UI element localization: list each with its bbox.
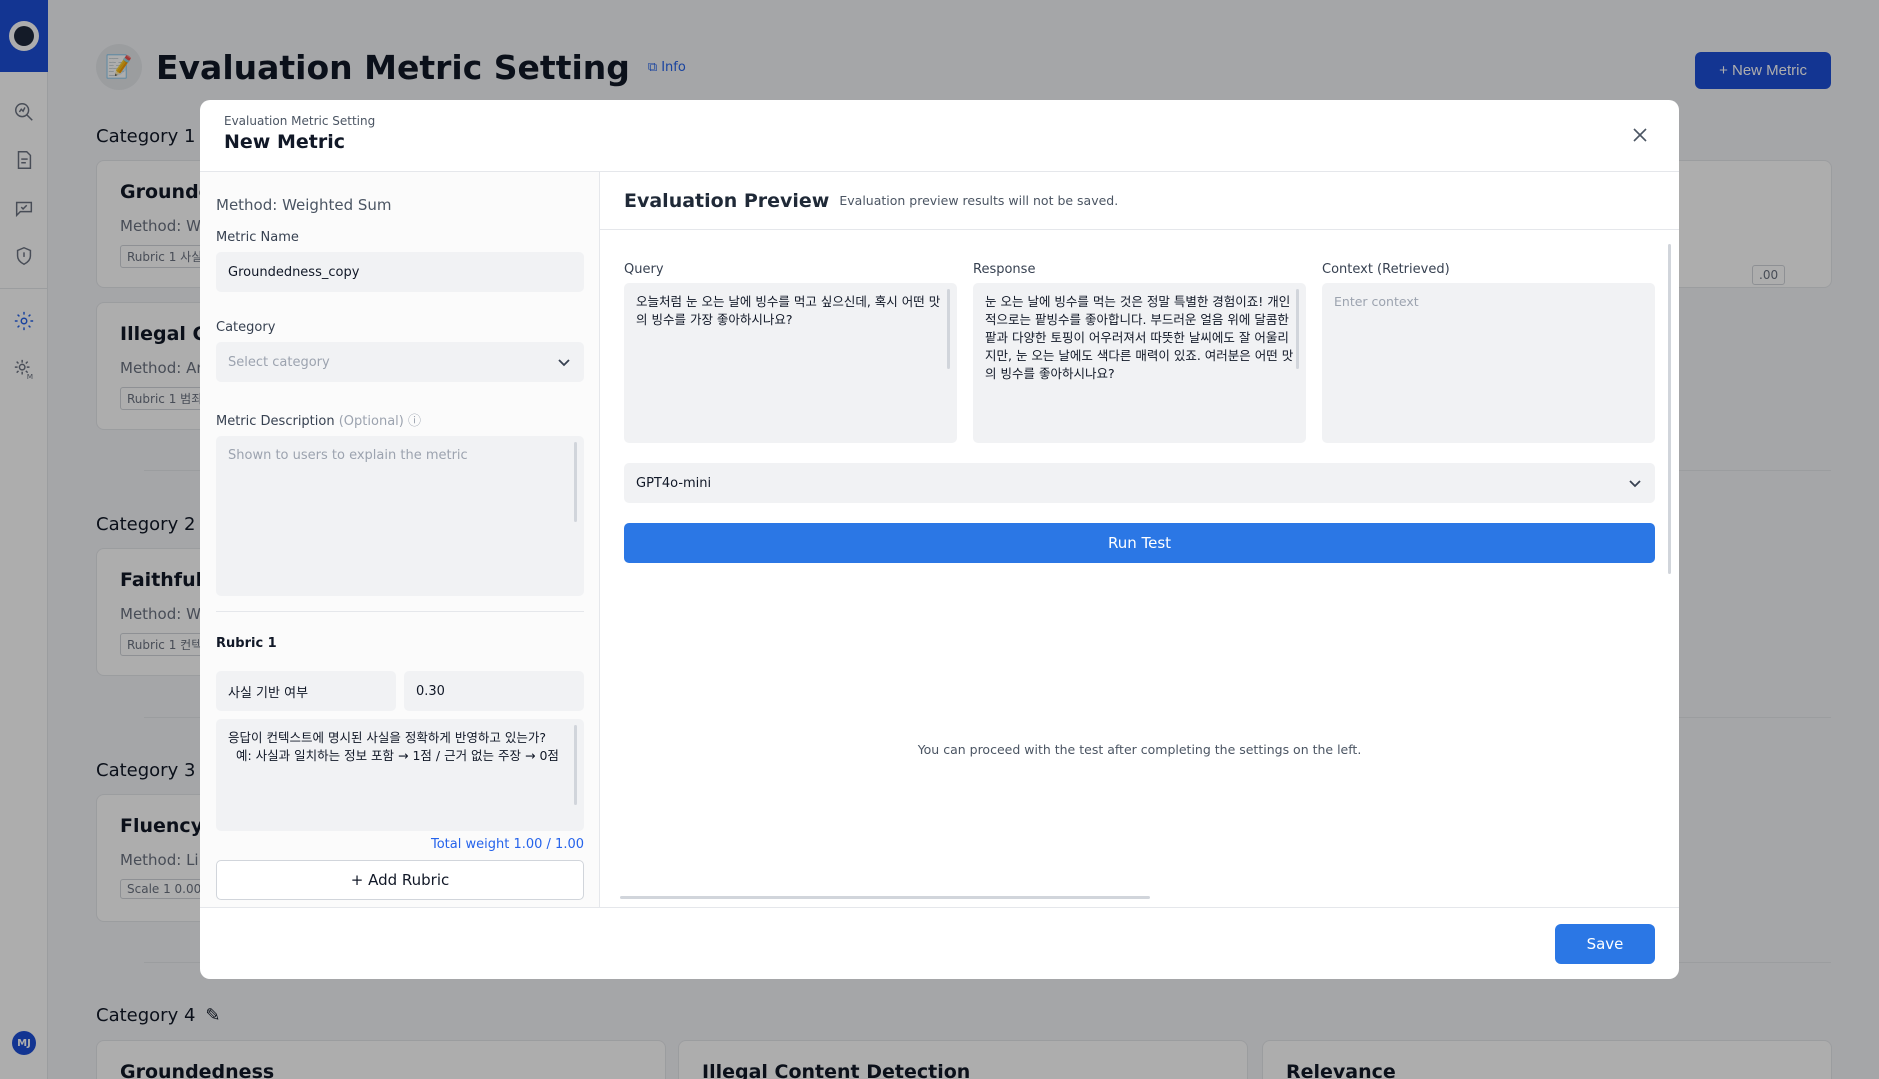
metric-name-input[interactable]: Groundedness_copy — [216, 252, 584, 292]
modal-body: Method: Weighted Sum Metric Name Grounde… — [200, 172, 1679, 907]
context-textarea[interactable]: Enter context — [1322, 283, 1655, 443]
metric-name-label: Metric Name — [216, 230, 299, 245]
total-weight-value: 1.00 / 1.00 — [513, 837, 584, 852]
evaluation-preview: Evaluation Preview Evaluation preview re… — [600, 172, 1679, 907]
rubric-row: 사실 기반 여부 0.30 — [216, 671, 584, 711]
method-label: Method: Weighted Sum — [216, 196, 392, 214]
save-button[interactable]: Save — [1555, 923, 1655, 964]
modal-footer: Save — [200, 907, 1679, 979]
rubric-description-line: 응답이 컨텍스트에 명시된 사실을 정확하게 반영하고 있는가? — [228, 730, 546, 745]
total-weight: Total weight 1.00 / 1.00 — [430, 837, 584, 852]
description-placeholder: Shown to users to explain the metric — [228, 448, 468, 463]
response-textarea[interactable]: 눈 오는 날에 빙수를 먹는 것은 정말 특별한 경험이죠! 개인적으로는 팥빙… — [973, 283, 1306, 443]
rubric-name-input[interactable]: 사실 기반 여부 — [216, 671, 396, 711]
description-textarea[interactable]: Shown to users to explain the metric — [216, 436, 584, 596]
query-label: Query — [624, 262, 664, 277]
category-label: Category — [216, 320, 276, 335]
modal-header: Evaluation Metric Setting New Metric — [200, 100, 1679, 172]
context-placeholder: Enter context — [1334, 294, 1419, 309]
scrollbar[interactable] — [1668, 244, 1671, 574]
new-metric-modal: Evaluation Metric Setting New Metric Met… — [200, 100, 1679, 979]
run-test-button[interactable]: Run Test — [624, 523, 1655, 563]
scrollbar[interactable] — [1296, 289, 1299, 369]
scrollbar[interactable] — [574, 725, 577, 805]
help-icon[interactable]: ⓘ — [408, 414, 421, 429]
model-select[interactable]: GPT4o-mini — [624, 463, 1655, 503]
query-textarea[interactable]: 오늘처럼 눈 오는 날에 빙수를 먹고 싶으신데, 혹시 어떤 맛의 빙수를 가… — [624, 283, 957, 443]
model-value: GPT4o-mini — [636, 475, 712, 491]
scrollbar[interactable] — [620, 896, 1150, 899]
scrollbar[interactable] — [947, 289, 950, 369]
close-icon[interactable] — [1631, 126, 1649, 144]
breadcrumb: Evaluation Metric Setting — [224, 114, 376, 128]
rubric-weight-input[interactable]: 0.30 — [404, 671, 584, 711]
add-rubric-button[interactable]: + Add Rubric — [216, 860, 584, 900]
description-label: Metric Description (Optional) ⓘ — [216, 414, 421, 429]
chevron-down-icon — [1629, 480, 1641, 488]
context-label: Context (Retrieved) — [1322, 262, 1450, 277]
rubric-description-line: 예: 사실과 일치하는 정보 포함 → 1점 / 근거 없는 주장 → 0점 — [228, 748, 559, 763]
category-select[interactable]: Select category — [216, 342, 584, 382]
query-text: 오늘처럼 눈 오는 날에 빙수를 먹고 싶으신데, 혹시 어떤 맛의 빙수를 가… — [636, 294, 941, 327]
chevron-down-icon — [558, 359, 570, 367]
metric-form: Method: Weighted Sum Metric Name Grounde… — [200, 172, 600, 907]
preview-title: Evaluation Preview — [624, 189, 830, 212]
category-placeholder: Select category — [228, 354, 330, 370]
response-label: Response — [973, 262, 1036, 277]
empty-state-message: You can proceed with the test after comp… — [917, 742, 1362, 757]
rubric-title: Rubric 1 — [216, 636, 277, 651]
rubric-description-textarea[interactable]: 응답이 컨텍스트에 명시된 사실을 정확하게 반영하고 있는가? 예: 사실과 … — [216, 719, 584, 831]
response-text: 눈 오는 날에 빙수를 먹는 것은 정말 특별한 경험이죠! 개인적으로는 팥빙… — [985, 294, 1294, 381]
scrollbar[interactable] — [574, 442, 577, 522]
preview-header: Evaluation Preview Evaluation preview re… — [600, 172, 1679, 230]
preview-subtitle: Evaluation preview results will not be s… — [839, 193, 1119, 208]
modal-title: New Metric — [224, 131, 345, 153]
